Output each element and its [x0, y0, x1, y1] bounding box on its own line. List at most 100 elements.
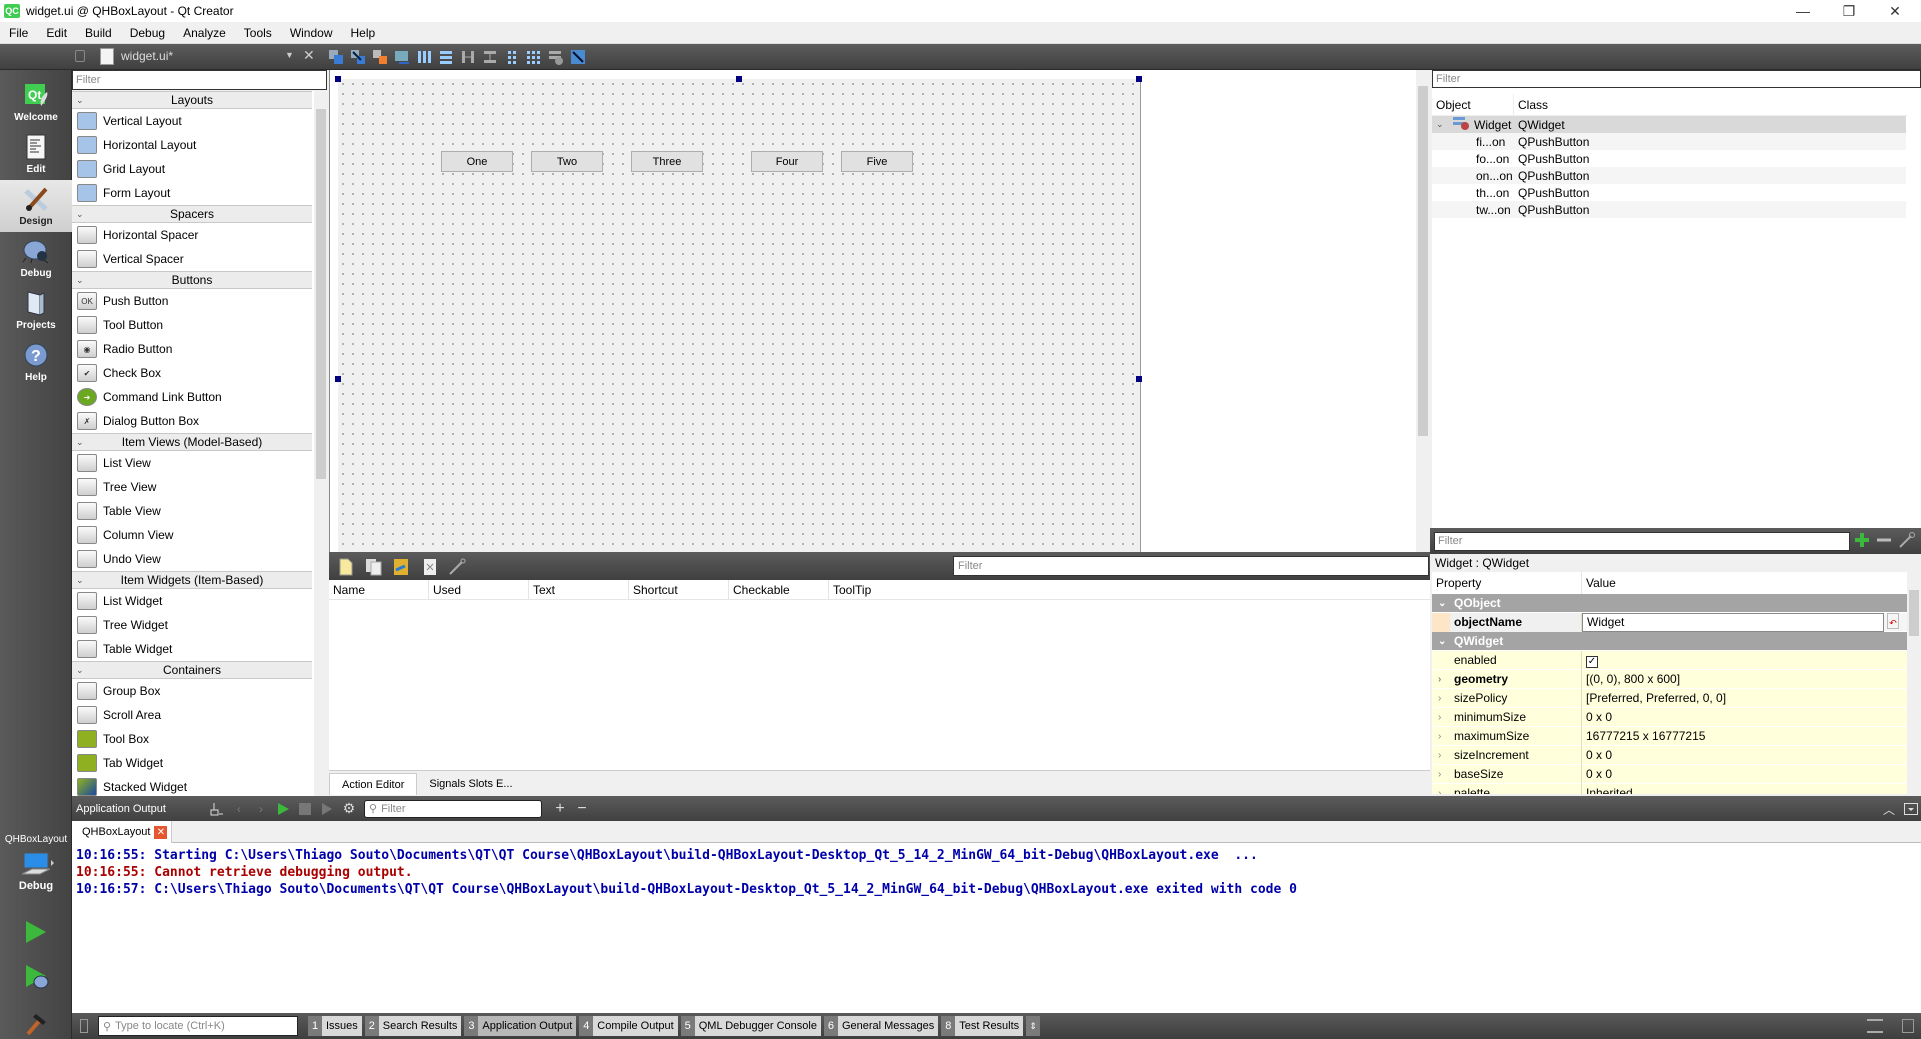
mode-projects[interactable]: Projects — [0, 284, 72, 336]
column-shortcut[interactable]: Shortcut — [629, 580, 729, 599]
previous-item-icon[interactable]: ‹ — [229, 799, 249, 819]
column-value[interactable]: Value — [1582, 572, 1907, 594]
restore-button[interactable]: ❐ — [1826, 0, 1872, 22]
mode-welcome[interactable]: Qt Welcome — [0, 76, 72, 128]
column-object[interactable]: Object — [1432, 94, 1514, 115]
column-name[interactable]: Name — [329, 580, 429, 599]
object-tree-item[interactable]: fi...on QPushButton — [1432, 133, 1906, 150]
object-tree-item[interactable]: th...on QPushButton — [1432, 184, 1906, 201]
object-inspector-filter[interactable]: Filter — [1432, 70, 1921, 88]
copy-action-icon[interactable] — [364, 557, 384, 577]
form-editor-scrollbar[interactable] — [1416, 70, 1430, 552]
pane-button-compile-output[interactable]: 4 Compile Output — [579, 1016, 678, 1036]
widget-item-dialog-button-box[interactable]: ✗ Dialog Button Box — [72, 409, 312, 433]
output-pane-menu-icon[interactable] — [1867, 1019, 1883, 1033]
new-action-icon[interactable] — [336, 557, 356, 577]
chevron-right-icon[interactable]: › — [1438, 689, 1441, 708]
widget-item-tool-button[interactable]: Tool Button — [72, 313, 312, 337]
column-checkable[interactable]: Checkable — [729, 580, 829, 599]
add-dynamic-property-icon[interactable] — [1854, 531, 1872, 552]
edit-tab-order-icon[interactable] — [392, 47, 412, 67]
widget-item-push-button[interactable]: OK Push Button — [72, 289, 312, 313]
property-row-maximumsize[interactable]: › maximumSize 16777215 x 16777215 — [1432, 726, 1907, 746]
layout-vertical-icon[interactable] — [436, 47, 456, 67]
widget-item-list-view[interactable]: List View — [72, 451, 312, 475]
layout-v-splitter-icon[interactable] — [480, 47, 500, 67]
chevron-down-icon[interactable]: ⌄ — [76, 662, 84, 678]
mode-design[interactable]: Design — [0, 180, 72, 232]
widget-item-horizontal-spacer[interactable]: Horizontal Spacer — [72, 223, 312, 247]
close-tab-icon[interactable]: ✕ — [154, 825, 168, 839]
remove-dynamic-property-icon[interactable] — [1876, 531, 1894, 552]
chevron-down-icon[interactable]: ⌄ — [76, 206, 84, 222]
widget-category-containers[interactable]: ⌄ Containers — [72, 661, 312, 679]
tab-action-editor[interactable]: Action Editor — [329, 773, 418, 795]
chevron-right-icon[interactable]: › — [1438, 746, 1441, 765]
resize-handle-tr[interactable] — [1136, 76, 1142, 82]
chevron-down-icon[interactable]: ⌄ — [76, 572, 84, 588]
toggle-sidebar-icon[interactable] — [80, 1019, 88, 1033]
maximize-pane-icon[interactable]: ︿ — [1879, 799, 1899, 819]
document-selector[interactable]: widget.ui* — [121, 49, 173, 63]
menu-debug[interactable]: Debug — [121, 26, 174, 40]
widget-item-tree-view[interactable]: Tree View — [72, 475, 312, 499]
property-group-qobject[interactable]: ⌄ QObject — [1432, 594, 1907, 613]
column-text[interactable]: Text — [529, 580, 629, 599]
chevron-down-icon[interactable]: ⌄ — [76, 434, 84, 450]
form-push-button-two[interactable]: Two — [531, 151, 603, 172]
widget-category-layouts[interactable]: ⌄ Layouts — [72, 91, 312, 109]
property-row-palette[interactable]: › palette Inherited — [1432, 783, 1907, 795]
widget-item-table-widget[interactable]: Table Widget — [72, 637, 312, 661]
zoom-out-icon[interactable]: − — [572, 799, 592, 819]
hide-pane-icon[interactable] — [1901, 799, 1921, 819]
widget-category-item-widgets-item-based[interactable]: ⌄ Item Widgets (Item-Based) — [72, 571, 312, 589]
column-class[interactable]: Class — [1514, 94, 1548, 115]
toggle-right-sidebar-icon[interactable] — [1902, 1019, 1914, 1033]
pane-button-application-output[interactable]: 3 Application Output — [464, 1016, 577, 1036]
edit-buddies-icon[interactable] — [370, 47, 390, 67]
configure-wrench-icon[interactable] — [1898, 531, 1916, 552]
close-document-icon[interactable]: ✕ — [303, 47, 315, 64]
action-editor-filter[interactable]: Filter — [953, 556, 1429, 576]
layout-grid-icon[interactable] — [524, 47, 544, 67]
widget-item-stacked-widget[interactable]: Stacked Widget — [72, 775, 312, 796]
form-push-button-one[interactable]: One — [441, 151, 513, 172]
widget-item-tab-widget[interactable]: Tab Widget — [72, 751, 312, 775]
tab-signals-slots-editor[interactable]: Signals Slots E... — [417, 773, 524, 795]
configure-wrench-icon[interactable] — [448, 557, 468, 577]
form-push-button-four[interactable]: Four — [751, 151, 823, 172]
menu-build[interactable]: Build — [76, 26, 121, 40]
close-button[interactable]: ✕ — [1872, 0, 1918, 22]
widget-item-undo-view[interactable]: Undo View — [72, 547, 312, 571]
pane-button-search-results[interactable]: 2 Search Results — [364, 1016, 462, 1036]
widget-item-horizontal-layout[interactable]: Horizontal Layout — [72, 133, 312, 157]
attach-debugger-icon[interactable] — [317, 799, 337, 819]
build-hammer-icon[interactable] — [24, 1010, 50, 1039]
widget-item-tool-box[interactable]: Tool Box — [72, 727, 312, 751]
property-row-basesize[interactable]: › baseSize 0 x 0 — [1432, 764, 1907, 784]
widget-item-tree-widget[interactable]: Tree Widget — [72, 613, 312, 637]
widget-item-group-box[interactable]: Group Box — [72, 679, 312, 703]
widget-item-form-layout[interactable]: Form Layout — [72, 181, 312, 205]
property-row-objectname[interactable]: objectName Widget ↶ — [1432, 612, 1907, 632]
property-row-geometry[interactable]: › geometry [(0, 0), 800 x 600] — [1432, 669, 1907, 689]
property-row-enabled[interactable]: enabled ✓ — [1432, 650, 1907, 670]
widget-item-grid-layout[interactable]: Grid Layout — [72, 157, 312, 181]
object-tree-item[interactable]: tw...on QPushButton — [1432, 201, 1906, 218]
rerun-icon[interactable] — [273, 799, 293, 819]
chevron-right-icon[interactable]: › — [1438, 784, 1441, 795]
layout-horizontal-icon[interactable] — [414, 47, 434, 67]
widget-item-command-link-button[interactable]: ➜ Command Link Button — [72, 385, 312, 409]
form-push-button-three[interactable]: Three — [631, 151, 703, 172]
zoom-in-icon[interactable]: + — [550, 799, 570, 819]
widget-item-check-box[interactable]: ✔ Check Box — [72, 361, 312, 385]
resize-handle-tl[interactable] — [335, 76, 341, 82]
pane-button-issues[interactable]: 1 Issues — [308, 1016, 362, 1036]
stop-icon[interactable] — [295, 799, 315, 819]
output-filter-input[interactable]: ⚲ Filter — [364, 799, 542, 818]
mode-help[interactable]: ? Help — [0, 336, 72, 388]
menu-file[interactable]: File — [0, 26, 37, 40]
widget-category-buttons[interactable]: ⌄ Buttons — [72, 271, 312, 289]
column-used[interactable]: Used — [429, 580, 529, 599]
widget-item-vertical-layout[interactable]: Vertical Layout — [72, 109, 312, 133]
